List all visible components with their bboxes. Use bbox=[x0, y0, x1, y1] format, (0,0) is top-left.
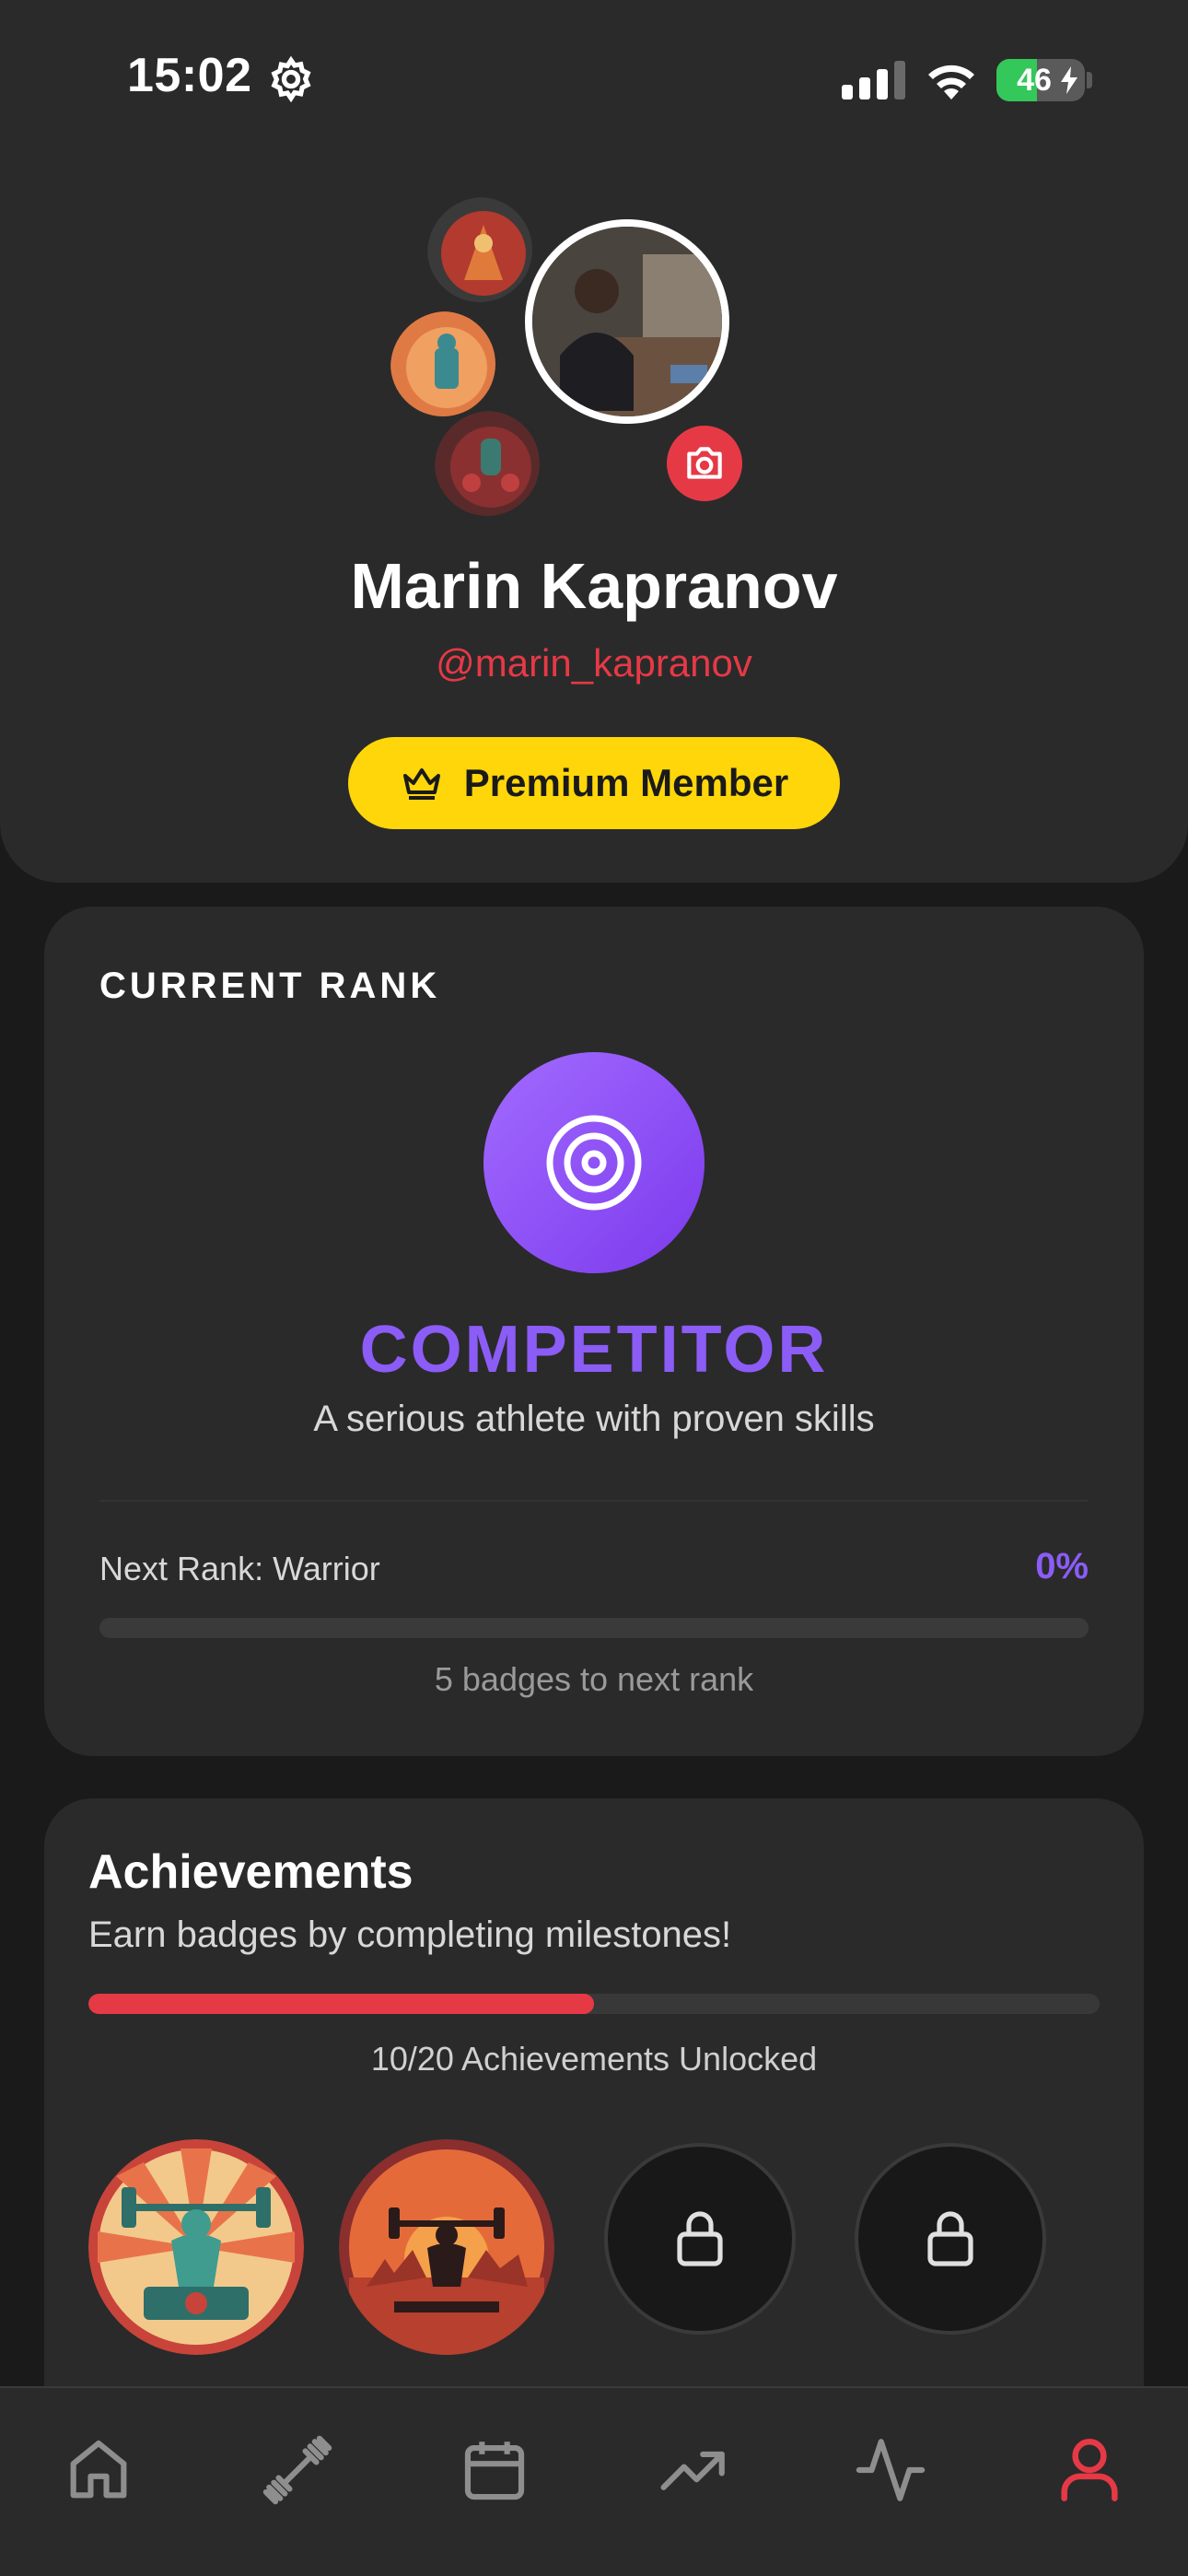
premium-member-badge[interactable]: Premium Member bbox=[348, 737, 840, 829]
profile-name: Marin Kapranov bbox=[350, 550, 838, 622]
activity-icon bbox=[856, 2439, 926, 2501]
battery-indicator: 46 bbox=[996, 59, 1085, 101]
bottom-tab-bar bbox=[0, 2386, 1188, 2576]
camera-icon bbox=[687, 447, 722, 479]
achievement-badge-barbell-sunset[interactable] bbox=[339, 2139, 554, 2355]
rank-heading: CURRENT RANK bbox=[99, 966, 441, 1006]
achievements-progress-fill bbox=[88, 1994, 594, 2014]
rank-progress-bar bbox=[99, 1618, 1089, 1638]
rank-emblem bbox=[483, 1052, 705, 1273]
achievements-subtitle: Earn badges by completing milestones! bbox=[88, 1914, 732, 1955]
next-rank-percent: 0% bbox=[1035, 1546, 1089, 1587]
achievements-progress-bar bbox=[88, 1994, 1100, 2014]
profile-handle: @marin_kapranov bbox=[436, 641, 752, 685]
tab-calendar[interactable] bbox=[444, 2419, 545, 2521]
lock-icon bbox=[927, 2211, 973, 2266]
mini-badge-2 bbox=[387, 308, 499, 420]
tab-progress[interactable] bbox=[643, 2419, 744, 2521]
divider bbox=[99, 1500, 1089, 1502]
status-time: 15:02 bbox=[127, 49, 252, 102]
avatar-photo bbox=[532, 227, 722, 416]
badges-to-next-rank: 5 badges to next rank bbox=[434, 1660, 754, 1698]
crown-icon bbox=[402, 768, 440, 800]
home-icon bbox=[70, 2440, 127, 2499]
barbell-sunset-badge-icon bbox=[339, 2139, 554, 2355]
status-bar: 15:02 46 bbox=[0, 0, 1188, 157]
weightlifter-badge-icon bbox=[88, 2139, 304, 2355]
mini-badge-3 bbox=[431, 407, 543, 520]
rank-description: A serious athlete with proven skills bbox=[313, 1399, 875, 1439]
wifi-icon bbox=[928, 64, 974, 100]
calendar-icon bbox=[464, 2441, 525, 2500]
trending-up-icon bbox=[660, 2451, 725, 2490]
achievements-title: Achievements bbox=[88, 1845, 413, 1899]
next-rank-label: Next Rank: Warrior bbox=[99, 1550, 380, 1587]
avatar[interactable] bbox=[525, 219, 729, 424]
achievement-badge-locked-1[interactable] bbox=[604, 2143, 796, 2335]
tab-home[interactable] bbox=[48, 2419, 149, 2521]
profile-screen: 15:02 46 Marin Kapranov @marin_kapranov … bbox=[0, 0, 1188, 2576]
premium-member-label: Premium Member bbox=[463, 761, 789, 804]
user-icon bbox=[1061, 2439, 1118, 2501]
change-photo-button[interactable] bbox=[661, 420, 748, 507]
gear-icon bbox=[271, 55, 311, 103]
tab-profile[interactable] bbox=[1039, 2419, 1140, 2521]
achievement-badge-weightlifter[interactable] bbox=[88, 2139, 304, 2355]
target-icon bbox=[546, 1115, 642, 1211]
dumbbell-icon bbox=[262, 2435, 332, 2505]
current-rank-card: CURRENT RANK COMPETITOR A serious athlet… bbox=[44, 907, 1144, 1756]
signal-icon bbox=[842, 61, 905, 100]
battery-cap bbox=[1087, 72, 1092, 88]
lock-icon bbox=[677, 2211, 723, 2266]
achievements-unlocked-count: 10/20 Achievements Unlocked bbox=[370, 2040, 818, 2078]
tab-activity[interactable] bbox=[840, 2419, 941, 2521]
avatar-group bbox=[387, 193, 755, 525]
tab-workouts[interactable] bbox=[247, 2419, 348, 2521]
rank-title: COMPETITOR bbox=[359, 1313, 829, 1387]
mini-badge-1 bbox=[424, 193, 536, 306]
achievement-badge-locked-2[interactable] bbox=[855, 2143, 1046, 2335]
battery-charging-icon bbox=[1061, 66, 1077, 94]
profile-header-card: 15:02 46 Marin Kapranov @marin_kapranov … bbox=[0, 0, 1188, 883]
